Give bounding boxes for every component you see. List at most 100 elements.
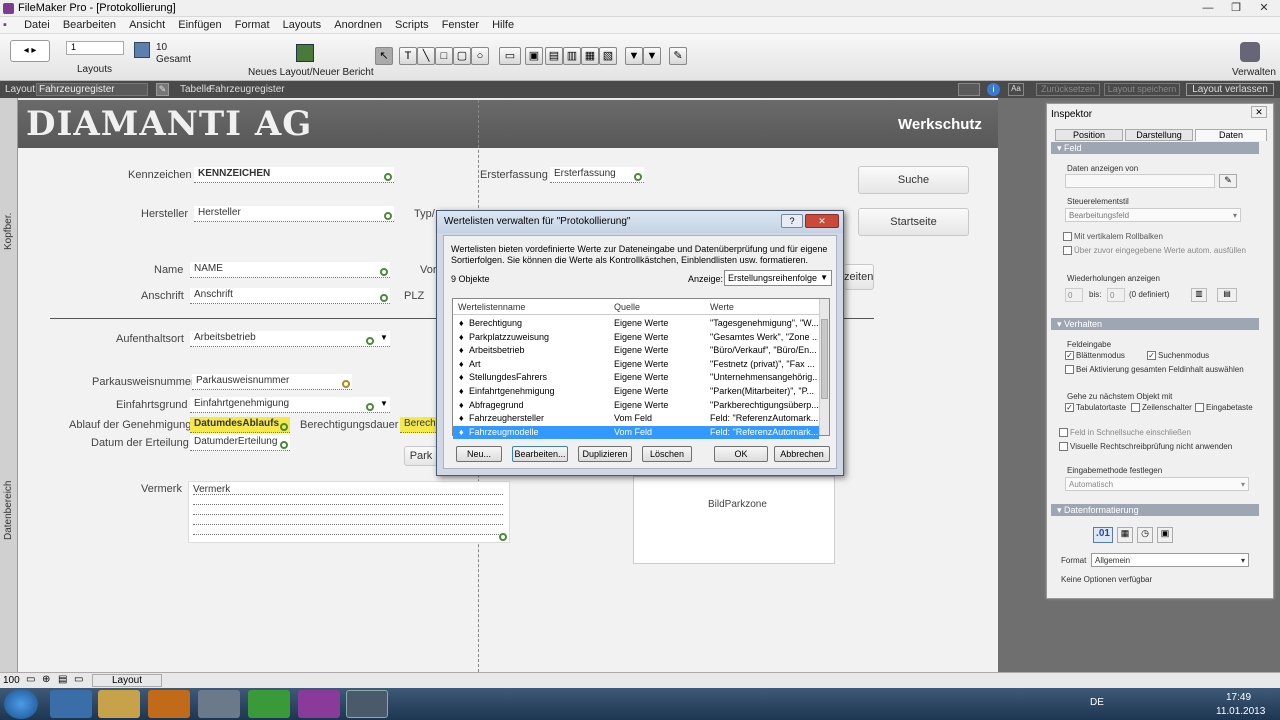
zoom-level[interactable]: 100 bbox=[3, 675, 20, 686]
menu-layouts[interactable]: Layouts bbox=[278, 17, 327, 34]
clock-time[interactable]: 17:49 bbox=[1226, 692, 1251, 703]
section-datenformatierung[interactable]: ▾ Datenformatierung bbox=[1051, 504, 1259, 516]
blaettern-option[interactable]: Blättenmodus bbox=[1065, 351, 1125, 361]
eingabemethode-select[interactable]: Automatisch ▾ bbox=[1065, 477, 1249, 491]
document-icon[interactable]: ▪ bbox=[0, 18, 16, 33]
cancel-button[interactable]: Abbrechen bbox=[774, 446, 830, 462]
tools-icon[interactable] bbox=[198, 690, 240, 718]
reset-button[interactable]: Zurücksetzen bbox=[1036, 83, 1100, 96]
menu-bearbeiten[interactable]: Bearbeiten bbox=[58, 17, 121, 34]
zoom-out-icon[interactable]: ▭ bbox=[26, 674, 35, 685]
einfahrtsgrund-dropdown[interactable]: Einfahrtgenehmigung bbox=[190, 397, 390, 413]
horizontal-orientation-icon[interactable]: ▤ bbox=[1217, 288, 1237, 302]
toggle-toolbar-icon[interactable]: ▤ bbox=[58, 674, 67, 685]
time-format-icon[interactable]: ◷ bbox=[1137, 527, 1153, 543]
table-scrollbar[interactable] bbox=[819, 299, 829, 435]
startseite-button[interactable]: Startseite bbox=[858, 208, 969, 236]
date-format-icon[interactable]: ▦ bbox=[1117, 527, 1133, 543]
clock-date[interactable]: 11.01.2013 bbox=[1216, 706, 1265, 717]
record-number-field[interactable]: 1 bbox=[66, 41, 124, 55]
table-row[interactable]: ♦ Einfahrtgenehmigung Eigene Werte "Parken(… bbox=[453, 385, 819, 399]
restore-button[interactable]: ❐ bbox=[1222, 0, 1250, 17]
rectangle-tool-icon[interactable]: □ bbox=[435, 47, 453, 65]
name-field[interactable]: NAME bbox=[190, 262, 390, 278]
ie-icon[interactable] bbox=[50, 690, 92, 718]
brush-icon[interactable]: ✎ bbox=[669, 47, 687, 65]
theme-button[interactable] bbox=[958, 83, 980, 96]
scrollbar-thumb[interactable] bbox=[821, 319, 828, 399]
menu-scripts[interactable]: Scripts bbox=[390, 17, 434, 34]
ok-button[interactable]: OK bbox=[714, 446, 768, 462]
tab-position[interactable]: Position bbox=[1055, 129, 1123, 141]
minimize-button[interactable]: — bbox=[1194, 0, 1222, 17]
aktivierung-option[interactable]: Bei Aktivierung gesamten Feldinhalt ausw… bbox=[1065, 365, 1244, 375]
ersterfassung-field[interactable]: Ersterfassung bbox=[550, 167, 644, 183]
body-part-label[interactable]: Datenbereich bbox=[3, 478, 14, 540]
number-format-icon[interactable]: .01 bbox=[1093, 527, 1113, 543]
table-row-selected[interactable]: ♦ Fahrzeugmodelle Vom Feld Feld: "ReferenzA… bbox=[453, 425, 819, 440]
tab-option[interactable]: Tabulatortaste bbox=[1065, 403, 1126, 413]
webviewer-tool-icon[interactable]: ▧ bbox=[599, 47, 617, 65]
vertical-orientation-icon[interactable]: ▥ bbox=[1191, 288, 1207, 302]
manage-label[interactable]: Verwalten bbox=[1232, 67, 1276, 78]
suche-button[interactable]: Suche bbox=[858, 166, 969, 194]
line-tool-icon[interactable]: ╲ bbox=[417, 47, 435, 65]
menu-fenster[interactable]: Fenster bbox=[437, 17, 484, 34]
column-header-values[interactable]: Werte bbox=[710, 302, 734, 312]
table-row[interactable]: ♦ StellungdesFahrers Eigene Werte "Unterneh… bbox=[453, 371, 819, 385]
dialog-close-button[interactable]: ✕ bbox=[805, 214, 839, 228]
table-row[interactable]: ♦ Arbeitsbetrieb Eigene Werte "Büro/Verkauf… bbox=[453, 344, 819, 358]
info-icon[interactable]: i bbox=[987, 83, 1000, 96]
value-list-table[interactable]: Wertelistenname Quelle Werte ♦ Berechtigu… bbox=[452, 298, 830, 440]
anschrift-field[interactable]: Anschrift bbox=[190, 288, 390, 304]
rechtschreib-option[interactable]: Visuelle Rechtschreibprüfung nicht anwen… bbox=[1059, 442, 1232, 452]
new-layout-icon[interactable] bbox=[296, 44, 314, 62]
section-verhalten[interactable]: ▾ Verhalten bbox=[1051, 318, 1259, 330]
eingabe-option[interactable]: Eingabetaste bbox=[1195, 403, 1253, 413]
berechtigungsdauer-field[interactable]: Berech bbox=[400, 417, 436, 433]
table-row[interactable]: ♦ Art Eigene Werte "Festnetz (privat)", "Fa… bbox=[453, 358, 819, 372]
new-layout-label[interactable]: Neues Layout/Neuer Bericht bbox=[248, 67, 374, 78]
image-container[interactable]: BildParkzone bbox=[633, 476, 835, 564]
save-layout-button[interactable]: Layout speichern bbox=[1104, 83, 1180, 96]
rep-from-field[interactable]: 0 bbox=[1065, 288, 1083, 302]
stil-select[interactable]: Bearbeitungsfeld ▾ bbox=[1065, 208, 1241, 222]
menu-einfuegen[interactable]: Einfügen bbox=[173, 17, 226, 34]
table-row[interactable]: ♦ Fahrzeughersteller Vom Feld Feld: "Refere… bbox=[453, 412, 819, 426]
format-painter-icon[interactable]: ▼ bbox=[625, 47, 643, 65]
autom-ausfuellen-option[interactable]: Über zuvor eingegebene Werte autom. ausf… bbox=[1063, 246, 1246, 256]
delete-button[interactable]: Löschen bbox=[642, 446, 692, 462]
tab-control-icon[interactable]: ▤ bbox=[545, 47, 563, 65]
table-row[interactable]: ♦ Berechtigung Eigene Werte "Tagesgenehmigu… bbox=[453, 317, 819, 331]
park-button[interactable]: Park bbox=[404, 446, 438, 466]
column-header-name[interactable]: Wertelistenname bbox=[458, 302, 525, 312]
zeiten-button[interactable]: zeiten bbox=[844, 264, 874, 290]
text-tool-icon[interactable]: T bbox=[399, 47, 417, 65]
column-header-source[interactable]: Quelle bbox=[614, 302, 640, 312]
header-part-label[interactable]: Kopfber. bbox=[3, 204, 14, 250]
exit-layout-button[interactable]: Layout verlassen bbox=[1186, 83, 1274, 96]
chart-tool-icon[interactable]: ▦ bbox=[581, 47, 599, 65]
start-button[interactable] bbox=[4, 689, 38, 719]
erteilung-field[interactable]: DatumderErteilung bbox=[190, 435, 290, 451]
aufenthaltsort-dropdown[interactable]: Arbeitsbetrieb bbox=[190, 331, 390, 347]
toggle-status-icon[interactable]: ▭ bbox=[74, 674, 83, 685]
explorer-icon[interactable] bbox=[98, 690, 140, 718]
hersteller-field[interactable]: Hersteller bbox=[194, 206, 394, 222]
daten-anzeigen-field[interactable] bbox=[1065, 174, 1215, 188]
close-button[interactable]: ✕ bbox=[1250, 0, 1278, 17]
suchen-option[interactable]: Suchenmodus bbox=[1147, 351, 1209, 361]
menu-datei[interactable]: Datei bbox=[19, 17, 55, 34]
table-row[interactable]: ♦ Abfragegrund Eigene Werte "Parkberechtigu… bbox=[453, 399, 819, 413]
kennzeichen-field[interactable]: KENNZEICHEN bbox=[194, 167, 394, 183]
section-feld[interactable]: ▾ Feld bbox=[1051, 142, 1259, 154]
edit-button[interactable]: Bearbeiten... bbox=[512, 446, 568, 462]
mode-selector[interactable]: Layout bbox=[92, 674, 162, 687]
inspector-close-icon[interactable]: ✕ bbox=[1251, 106, 1267, 118]
menu-hilfe[interactable]: Hilfe bbox=[487, 17, 519, 34]
menu-anordnen[interactable]: Anordnen bbox=[329, 17, 387, 34]
media-player-icon[interactable] bbox=[148, 690, 190, 718]
duplicate-button[interactable]: Duplizieren bbox=[578, 446, 632, 462]
record-nav-arrows[interactable]: ◂ ▸ bbox=[10, 40, 50, 62]
menu-ansicht[interactable]: Ansicht bbox=[124, 17, 170, 34]
